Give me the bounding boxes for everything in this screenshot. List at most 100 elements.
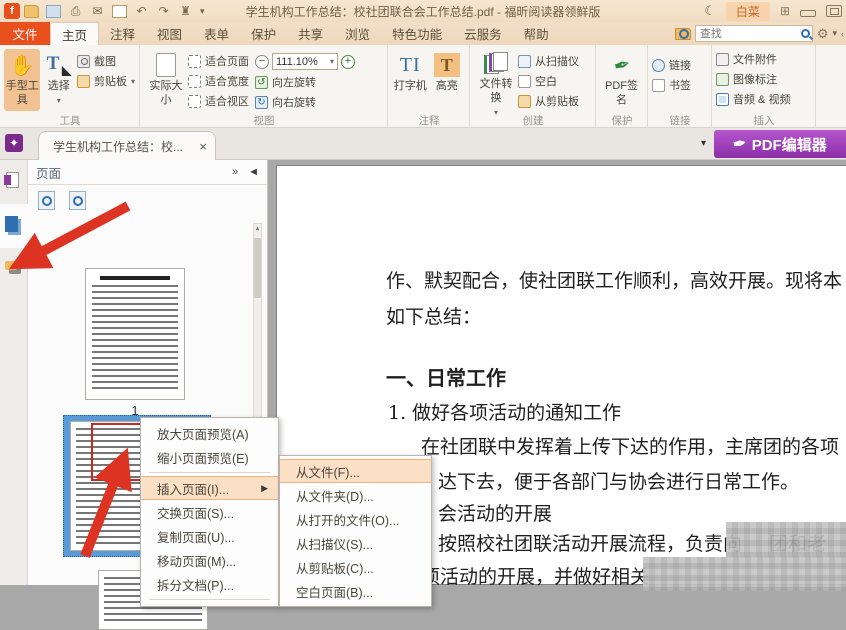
new-document-icon[interactable] [112, 5, 127, 18]
menu-item-move-pages[interactable]: 移动页面(M)... [141, 548, 278, 572]
image-annotation-button[interactable]: 图像标注 [716, 71, 790, 87]
audio-video-icon [716, 93, 729, 106]
layout-grid-icon[interactable]: ⊞ [780, 5, 790, 17]
foxit-logo-icon[interactable]: f [4, 3, 20, 19]
submenu-item-blank-page[interactable]: 空白页面(B)... [280, 579, 431, 603]
panel-expand-icon[interactable]: » [232, 166, 238, 178]
night-mode-icon[interactable]: ☾ [704, 3, 716, 19]
tab-home[interactable]: 主页 [50, 22, 99, 45]
tab-features[interactable]: 特色功能 [381, 22, 453, 45]
tab-cloud[interactable]: 云服务 [453, 22, 513, 45]
menu-item-duplicate-pages[interactable]: 复制页面(U)... [141, 524, 278, 548]
bookmark-button[interactable]: 书签 [652, 77, 691, 93]
submenu-item-from-folder[interactable]: 从文件夹(D)... [280, 483, 431, 507]
file-menu-button[interactable]: 文件 [0, 22, 50, 45]
zoom-out-icon[interactable]: − [255, 55, 269, 69]
typewriter-icon: TI [397, 52, 423, 78]
search-folder-icon[interactable] [675, 28, 691, 40]
document-tab[interactable]: 学生机构工作总结：校... × [38, 131, 216, 160]
audio-video-button[interactable]: 音频 & 视频 [716, 91, 790, 107]
select-dropdown-icon: ▾ [57, 96, 61, 105]
pdf-sign-button[interactable]: ✒ PDF签名 [600, 49, 643, 111]
save-icon[interactable] [46, 5, 61, 18]
comments-panel-button[interactable] [0, 248, 28, 292]
rotate-left-button[interactable]: ↺ 向左旋转 [255, 74, 355, 90]
tab-comment[interactable]: 注释 [99, 22, 146, 45]
restore-button[interactable] [826, 5, 842, 17]
rotate-right-button[interactable]: ↻ 向右旋转 [255, 94, 355, 110]
snapshot-button[interactable]: 截图 [77, 53, 135, 69]
link-group-label: 链接 [648, 113, 712, 128]
document-line: 达下去，便于各部门与协会进行日常工作。 [438, 467, 799, 494]
convert-button[interactable]: 文件转换 ▾ [474, 49, 518, 111]
fit-page-button[interactable]: 适合页面 [188, 53, 249, 69]
ribbon-collapse-icon[interactable]: ‹ [841, 29, 844, 39]
panel-collapse-icon[interactable]: ◄ [248, 166, 259, 178]
print-icon[interactable]: ⎙ [68, 5, 83, 18]
reduce-thumbnail-icon[interactable] [69, 191, 86, 210]
page-1-thumbnail[interactable] [85, 268, 185, 400]
pdf-sign-icon: ✒ [606, 49, 638, 81]
menu-item-reduce-preview[interactable]: 缩小页面预览(E) [141, 445, 278, 469]
qat-dropdown-icon[interactable]: ▾ [200, 6, 205, 17]
redo-icon[interactable]: ↷ [156, 5, 171, 18]
from-scanner-button[interactable]: 从扫描仪 [518, 53, 579, 69]
stamp-tool-icon[interactable]: ♜ [178, 5, 193, 18]
document-tab-bar: ✦ 学生机构工作总结：校... × ▾ ✒ PDF编辑器 [0, 128, 846, 160]
submenu-item-from-scanner[interactable]: 从扫描仪(S)... [280, 531, 431, 555]
select-tool-button[interactable]: T 选择 ▾ [40, 49, 76, 111]
from-clipboard-label: 从剪贴板 [535, 93, 579, 109]
rotate-right-icon: ↻ [255, 96, 268, 109]
tab-view[interactable]: 视图 [146, 22, 193, 45]
foxit-panel-icon[interactable]: ✦ [5, 134, 23, 152]
find-input[interactable] [700, 28, 801, 40]
menu-item-swap-pages[interactable]: 交换页面(S)... [141, 500, 278, 524]
clipboard-button[interactable]: 剪贴板 ▾ [77, 73, 135, 89]
zoom-in-icon[interactable]: + [341, 55, 355, 69]
tab-protect[interactable]: 保护 [240, 22, 287, 45]
search-icon[interactable] [801, 29, 810, 38]
tab-help[interactable]: 帮助 [513, 22, 560, 45]
submenu-item-from-open-file[interactable]: 从打开的文件(O)... [280, 507, 431, 531]
highlight-button[interactable]: T 高亮 [429, 49, 466, 111]
minimize-button[interactable] [800, 10, 816, 17]
enlarge-thumbnail-icon[interactable] [38, 191, 55, 210]
submenu-item-from-file[interactable]: 从文件(F)... [280, 459, 431, 483]
zoom-level-select[interactable]: 111.10% ▾ [272, 53, 338, 70]
open-file-icon[interactable] [24, 5, 39, 18]
rotate-left-label: 向左旋转 [272, 74, 316, 90]
actual-size-button[interactable]: 实际大小 [144, 49, 188, 111]
close-tab-icon[interactable]: × [199, 139, 207, 154]
scroll-up-icon[interactable]: ▲ [254, 224, 261, 232]
user-account-button[interactable]: 白菜 [726, 2, 770, 21]
email-icon[interactable]: ✉ [90, 5, 105, 18]
menu-item-split-document[interactable]: 拆分文档(P)... [141, 572, 278, 596]
pages-panel-icon [5, 216, 18, 232]
fit-visible-label: 适合视区 [205, 93, 249, 109]
fit-width-button[interactable]: 适合宽度 [188, 73, 249, 89]
typewriter-button[interactable]: TI 打字机 [392, 49, 429, 111]
find-options-dropdown-icon[interactable]: ▾ [832, 28, 837, 39]
pdf-editor-banner[interactable]: ✒ PDF编辑器 [714, 130, 846, 158]
document-line: 作、默契配合，使社团联工作顺利，高效开展。现将本 [386, 266, 842, 293]
document-line: 按照校社团联活动开展流程，负责向 [438, 529, 742, 556]
bookmarks-panel-button[interactable] [0, 160, 28, 204]
blank-page-button[interactable]: 空白 [518, 73, 579, 89]
gear-icon[interactable]: ⚙ [817, 26, 829, 42]
scrollbar-thumb[interactable] [254, 238, 261, 298]
menu-item-insert-pages[interactable]: 插入页面(I)... ▶ [141, 476, 278, 500]
pages-panel-button[interactable] [0, 204, 28, 248]
hand-tool-button[interactable]: ✋ 手型工具 [4, 49, 40, 111]
fit-visible-button[interactable]: 适合视区 [188, 93, 249, 109]
undo-icon[interactable]: ↶ [134, 5, 149, 18]
file-attachment-button[interactable]: 文件附件 [716, 51, 790, 67]
tab-share[interactable]: 共享 [287, 22, 334, 45]
submenu-item-from-clipboard[interactable]: 从剪贴板(C)... [280, 555, 431, 579]
tab-form[interactable]: 表单 [193, 22, 240, 45]
menu-item-enlarge-preview[interactable]: 放大页面预览(A) [141, 421, 278, 445]
link-button[interactable]: 链接 [652, 57, 691, 73]
tab-browse[interactable]: 浏览 [334, 22, 381, 45]
from-clipboard-button[interactable]: 从剪贴板 [518, 93, 579, 109]
pdf-editor-banner-label: PDF编辑器 [752, 134, 827, 155]
toolbar-dropdown-icon[interactable]: ▾ [701, 138, 706, 149]
